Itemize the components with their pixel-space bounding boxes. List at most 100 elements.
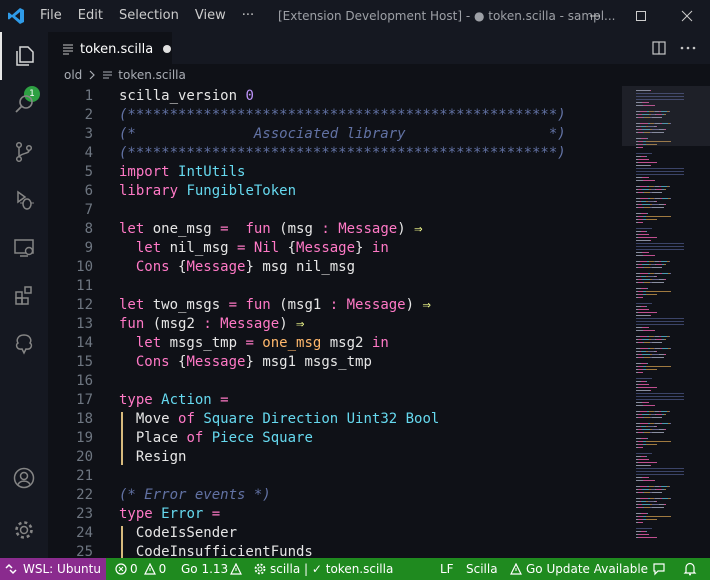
minimap-slider[interactable]: [622, 86, 710, 146]
code-token: Cons: [135, 259, 179, 275]
menu-edit[interactable]: Edit: [70, 0, 111, 32]
warning-icon: [230, 563, 243, 575]
code-line[interactable]: 19 Place of Piece Square: [48, 429, 628, 448]
eol-indicator[interactable]: LF: [440, 558, 454, 580]
code-token: Resign: [135, 449, 187, 465]
code-token: =: [211, 506, 221, 522]
code-line[interactable]: 14 let msgs_tmp = one_msg msg2 in: [48, 334, 628, 353]
code-line[interactable]: 23 type Error =: [48, 505, 628, 524]
extensions-icon[interactable]: [0, 272, 48, 320]
minimize-icon[interactable]: [572, 0, 618, 32]
code-editor[interactable]: 1 scilla_version 0 2 (*********************…: [48, 86, 628, 558]
more-icon[interactable]: [680, 41, 696, 55]
remote-explorer-icon[interactable]: [0, 224, 48, 272]
code-line[interactable]: 9 let nil_msg = Nil {Message} in: [48, 239, 628, 258]
split-editor-icon[interactable]: [652, 41, 666, 55]
breadcrumb-folder[interactable]: old: [64, 68, 82, 82]
menu-file[interactable]: File: [32, 0, 70, 32]
minimap-mark: [670, 273, 671, 274]
minimap-mark: [670, 498, 671, 499]
line-number: 7: [84, 202, 93, 218]
minimap-mark: [656, 276, 657, 277]
settings-gear-icon[interactable]: [0, 506, 48, 554]
code-line[interactable]: 24 CodeIsSender: [48, 524, 628, 543]
minimap-mark: [636, 321, 684, 322]
minimap-mark: [638, 447, 643, 448]
code-line[interactable]: 17 type Action =: [48, 391, 628, 410]
code-line[interactable]: 3 (* Associated library *): [48, 125, 628, 144]
code-line[interactable]: 5 import IntUtils: [48, 163, 628, 182]
code-text: type Action =: [119, 391, 229, 410]
code-token: type: [119, 506, 162, 522]
minimap-mark: [669, 261, 670, 262]
minimap-mark: [640, 198, 648, 199]
maximize-icon[interactable]: [618, 0, 664, 32]
debug-icon[interactable]: [0, 176, 48, 224]
close-icon[interactable]: [664, 0, 710, 32]
code-line[interactable]: 15 Cons {Message} msg1 msgs_tmp: [48, 353, 628, 372]
code-text: (***************************************…: [119, 144, 566, 163]
minimap-mark: [636, 303, 652, 304]
go-update[interactable]: Go Update Available: [510, 558, 648, 580]
remote-indicator[interactable]: WSL: Ubuntu: [0, 558, 106, 580]
code-line[interactable]: 20 Resign: [48, 448, 628, 467]
code-text: (***************************************…: [119, 106, 566, 125]
code-token: let: [119, 297, 153, 313]
code-token: one_msg: [262, 335, 330, 351]
menu-selection[interactable]: Selection: [111, 0, 187, 32]
code-text: fun (msg2 : Message) ⇒: [119, 315, 304, 334]
line-number: 12: [76, 297, 93, 313]
account-icon[interactable]: [0, 454, 48, 502]
language-server-status[interactable]: scilla | ✓ token.scilla: [254, 558, 393, 580]
minimap-mark: [664, 264, 666, 265]
minimap-mark: [643, 330, 655, 331]
menu-view[interactable]: View: [187, 0, 234, 32]
code-text: Resign: [119, 448, 187, 467]
search-icon[interactable]: [0, 80, 48, 128]
code-line[interactable]: 10 Cons {Message} msg nil_msg: [48, 258, 628, 277]
code-token: (: [279, 297, 288, 313]
code-line[interactable]: 7: [48, 201, 628, 220]
language-mode[interactable]: Scilla: [466, 558, 498, 580]
code-text: Move of Square Direction Uint32 Bool: [119, 410, 439, 429]
code-line[interactable]: 4 (**************************************…: [48, 144, 628, 163]
tree-icon[interactable]: [0, 320, 48, 368]
code-token: Message: [346, 297, 406, 313]
code-line[interactable]: 18 Move of Square Direction Uint32 Bool: [48, 410, 628, 429]
code-token: in: [371, 335, 389, 351]
minimap-mark: [638, 237, 657, 238]
minimap-mark: [670, 423, 671, 424]
minimap[interactable]: [628, 86, 710, 558]
files-icon[interactable]: [0, 32, 48, 80]
code-text: CodeInsufficientFunds: [119, 543, 313, 558]
code-token: msg1 msgs_tmp: [262, 354, 372, 370]
code-line[interactable]: 12 let two_msgs = fun (msg1 : Message) ⇒: [48, 296, 628, 315]
source-control-icon[interactable]: [0, 128, 48, 176]
feedback-icon[interactable]: [652, 558, 666, 580]
tab-token-scilla[interactable]: token.scilla: [48, 32, 172, 65]
unsaved-dot-icon[interactable]: [163, 45, 172, 53]
code-line[interactable]: 25 CodeInsufficientFunds: [48, 543, 628, 558]
minimap-mark: [638, 312, 657, 313]
code-token: two_msgs: [152, 297, 229, 313]
code-line[interactable]: 13 fun (msg2 : Message) ⇒: [48, 315, 628, 334]
menu-more[interactable]: ···: [234, 0, 262, 32]
code-line[interactable]: 21: [48, 467, 628, 486]
problems-indicator[interactable]: 0 0: [115, 558, 166, 580]
code-line[interactable]: 2 (**************************************…: [48, 106, 628, 125]
line-number: 4: [84, 145, 93, 161]
code-line[interactable]: 8 let one_msg = fun (msg : Message) ⇒: [48, 220, 628, 239]
line-number: 3: [84, 126, 93, 142]
line-number: 25: [76, 544, 93, 558]
go-version[interactable]: Go 1.13: [181, 558, 243, 580]
code-line[interactable]: 1 scilla_version 0: [48, 87, 628, 106]
minimap-mark: [646, 441, 671, 442]
code-line[interactable]: 11: [48, 277, 628, 296]
code-line[interactable]: 16: [48, 372, 628, 391]
bell-icon[interactable]: [683, 558, 697, 580]
line-number: 6: [84, 183, 93, 199]
code-line[interactable]: 22 (* Error events *): [48, 486, 628, 505]
breadcrumb-file[interactable]: token.scilla: [118, 68, 186, 82]
code-line[interactable]: 6 library FungibleToken: [48, 182, 628, 201]
